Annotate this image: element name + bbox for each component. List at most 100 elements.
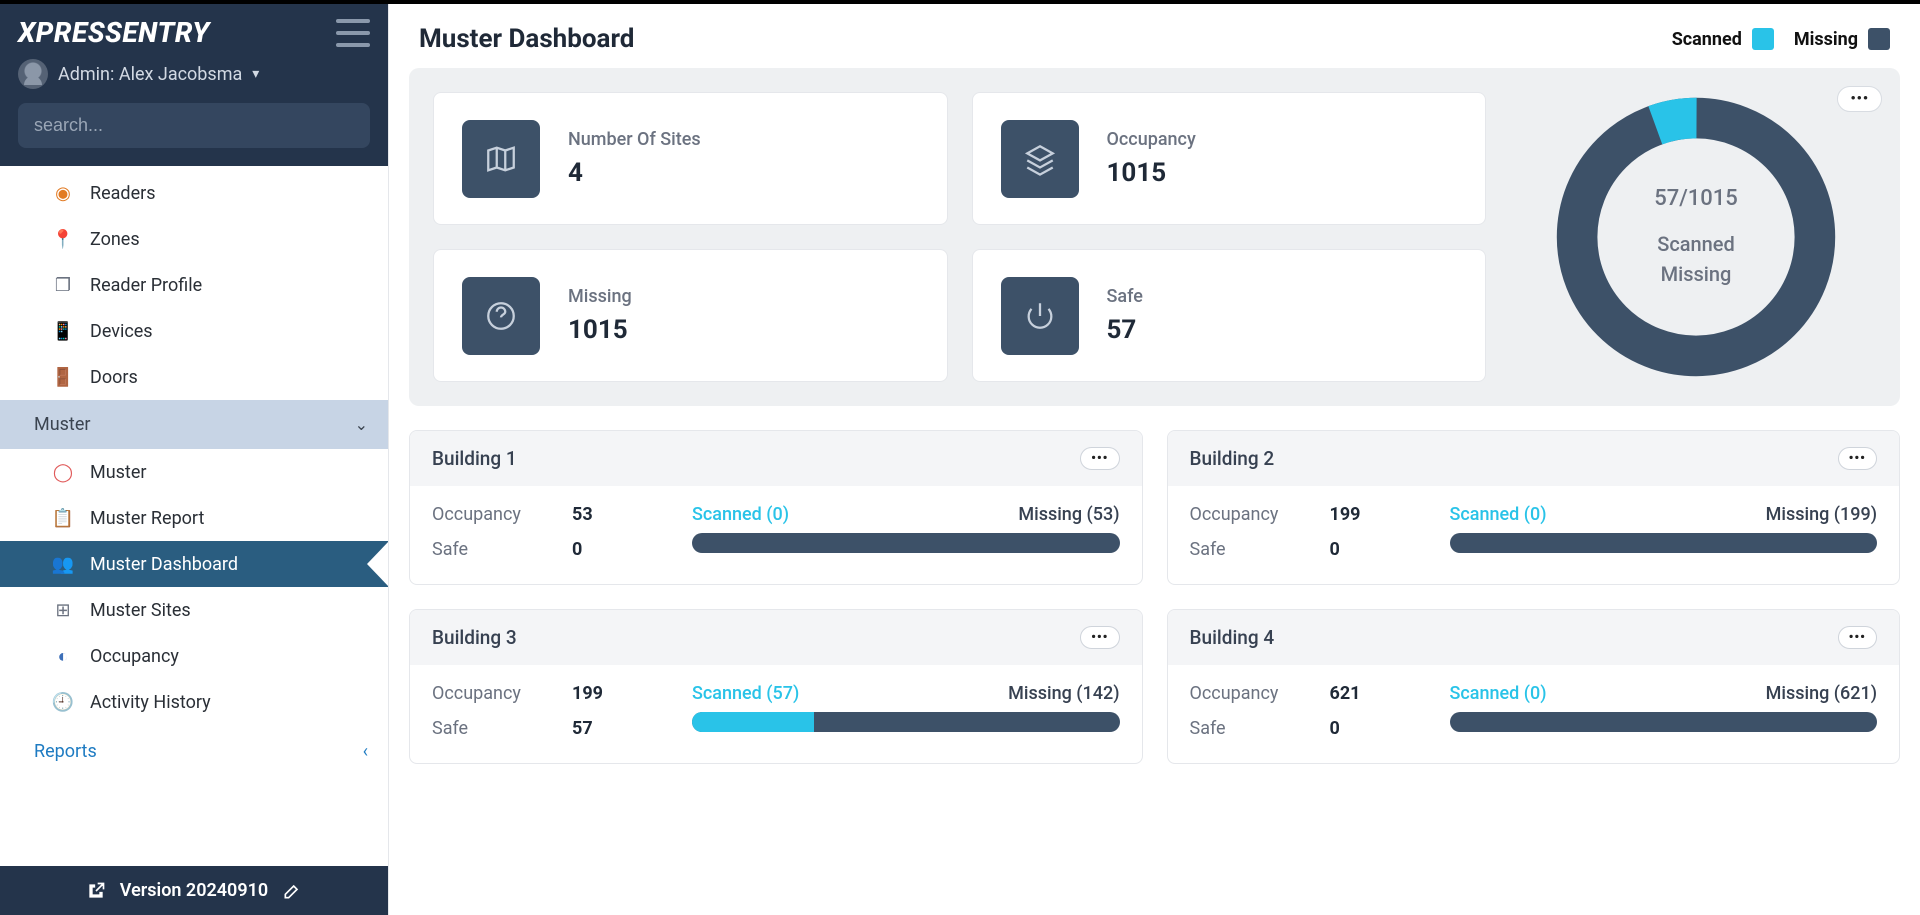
page-header: Muster Dashboard Scanned Missing	[389, 4, 1920, 68]
sidebar-item-reader-profile[interactable]: ❐ Reader Profile	[0, 262, 388, 308]
stat-value-safe: 0	[572, 539, 652, 560]
chevron-down-icon: ⌄	[355, 415, 368, 434]
legend-scanned: Scanned	[1672, 28, 1774, 50]
card-value: 1015	[568, 315, 632, 345]
card-menu-button[interactable]: •••	[1080, 626, 1119, 649]
sidebar-item-devices[interactable]: 📱 Devices	[0, 308, 388, 354]
stat-value-occupancy: 199	[1330, 504, 1410, 525]
stat-value-occupancy: 53	[572, 504, 652, 525]
building-card-header: Building 4 •••	[1168, 610, 1900, 665]
sidebar-item-occupancy[interactable]: ◐ Occupancy	[0, 633, 388, 679]
sidebar-item-zones[interactable]: 📍 Zones	[0, 216, 388, 262]
gauge-icon: ◐	[52, 645, 74, 667]
building-card-header: Building 1 •••	[410, 431, 1142, 486]
sites-icon: ⊞	[52, 599, 74, 621]
sidebar-item-muster[interactable]: ◯ Muster	[0, 449, 388, 495]
menu-toggle-icon[interactable]	[336, 19, 370, 47]
users-icon: 👥	[52, 553, 74, 575]
user-label: Admin: Alex Jacobsma	[58, 64, 242, 85]
summary-card-occupancy: Occupancy 1015	[972, 92, 1487, 225]
map-icon	[462, 120, 540, 198]
sidebar-item-label: Readers	[90, 183, 156, 204]
sidebar-item-activity-history[interactable]: 🕘 Activity History	[0, 679, 388, 725]
progress-bar	[692, 712, 1120, 732]
chevron-down-icon: ▾	[252, 66, 259, 82]
question-icon	[462, 277, 540, 355]
building-progress: Scanned (0) Missing (53)	[692, 504, 1120, 553]
page-title: Muster Dashboard	[419, 24, 634, 54]
buildings-grid: Building 1 ••• Occupancy 53 Safe 0 Scann…	[409, 430, 1900, 764]
search-input[interactable]	[18, 103, 370, 148]
door-icon: 🚪	[52, 366, 74, 388]
power-icon	[1001, 277, 1079, 355]
sidebar-item-label: Devices	[90, 321, 153, 342]
building-card: Building 3 ••• Occupancy 199 Safe 57 Sca…	[409, 609, 1143, 764]
sidebar-item-muster-sites[interactable]: ⊞ Muster Sites	[0, 587, 388, 633]
phone-icon: 📱	[52, 320, 74, 342]
stat-value-safe: 0	[1330, 539, 1410, 560]
clipboard-icon: 📋	[52, 507, 74, 529]
progress-missing-label: Missing (199)	[1766, 504, 1877, 525]
sidebar-item-muster-dashboard[interactable]: 👥 Muster Dashboard	[0, 541, 388, 587]
building-stats: Occupancy 199 Safe 57	[432, 683, 652, 739]
card-label: Safe	[1107, 286, 1143, 307]
sidebar-item-label: Occupancy	[90, 646, 179, 667]
stat-label-occupancy: Occupancy	[432, 504, 572, 525]
version-bar[interactable]: Version 20240910	[0, 866, 388, 915]
sidebar-item-muster-report[interactable]: 📋 Muster Report	[0, 495, 388, 541]
stat-value-occupancy: 621	[1330, 683, 1410, 704]
card-label: Missing	[568, 286, 632, 307]
sidebar-item-label: Doors	[90, 367, 138, 388]
progress-missing-label: Missing (142)	[1008, 683, 1119, 704]
progress-missing-label: Missing (621)	[1766, 683, 1877, 704]
version-label: Version 20240910	[120, 880, 268, 901]
summary-card-sites: Number Of Sites 4	[433, 92, 948, 225]
sidebar-item-label: Muster Sites	[90, 600, 191, 621]
building-card-body: Occupancy 53 Safe 0 Scanned (0) Missing …	[410, 486, 1142, 584]
sidebar-item-label: Zones	[90, 229, 140, 250]
sidebar: XPRESSENTRY Admin: Alex Jacobsma ▾ ◉ Rea…	[0, 4, 389, 915]
building-stats: Occupancy 621 Safe 0	[1190, 683, 1410, 739]
copy-icon: ❐	[52, 274, 74, 296]
sidebar-section-muster[interactable]: Muster ⌄	[0, 400, 388, 449]
progress-scanned-label: Scanned (0)	[1450, 683, 1547, 704]
clock-icon: 🕘	[52, 691, 74, 713]
building-card-body: Occupancy 199 Safe 0 Scanned (0) Missing…	[1168, 486, 1900, 584]
progress-fill	[692, 712, 814, 732]
edit-icon	[282, 881, 302, 901]
stat-label-safe: Safe	[1190, 539, 1330, 560]
sidebar-item-reports[interactable]: Reports ‹	[0, 725, 388, 778]
card-menu-button[interactable]: •••	[1080, 447, 1119, 470]
progress-scanned-label: Scanned (57)	[692, 683, 799, 704]
sidebar-item-readers[interactable]: ◉ Readers	[0, 170, 388, 216]
sidebar-section-label: Muster	[34, 414, 90, 435]
export-icon	[86, 881, 106, 901]
building-card-body: Occupancy 621 Safe 0 Scanned (0) Missing…	[1168, 665, 1900, 763]
summary-card-safe: Safe 57	[972, 249, 1487, 382]
chart-legend: Scanned Missing	[1672, 28, 1890, 50]
sidebar-nav: ◉ Readers 📍 Zones ❐ Reader Profile 📱 Dev…	[0, 166, 388, 866]
user-menu[interactable]: Admin: Alex Jacobsma ▾	[18, 59, 370, 89]
pin-icon: 📍	[52, 228, 74, 250]
building-card-header: Building 2 •••	[1168, 431, 1900, 486]
swatch-scanned	[1752, 28, 1774, 50]
progress-scanned-label: Scanned (0)	[1450, 504, 1547, 525]
legend-missing: Missing	[1794, 28, 1890, 50]
donut-chart: ••• 57/1015 ScannedMissing	[1516, 92, 1876, 382]
stat-label-safe: Safe	[432, 539, 572, 560]
card-menu-button[interactable]: •••	[1838, 447, 1877, 470]
wifi-icon: ◉	[52, 182, 74, 204]
building-stats: Occupancy 199 Safe 0	[1190, 504, 1410, 560]
sidebar-item-label: Activity History	[90, 692, 211, 713]
lifebuoy-icon: ◯	[52, 461, 74, 483]
building-card: Building 2 ••• Occupancy 199 Safe 0 Scan…	[1167, 430, 1901, 585]
swatch-missing	[1868, 28, 1890, 50]
progress-bar	[692, 533, 1120, 553]
building-stats: Occupancy 53 Safe 0	[432, 504, 652, 560]
card-menu-button[interactable]: •••	[1838, 626, 1877, 649]
chart-menu-button[interactable]: •••	[1837, 86, 1882, 112]
stat-label-safe: Safe	[1190, 718, 1330, 739]
sidebar-item-doors[interactable]: 🚪 Doors	[0, 354, 388, 400]
building-progress: Scanned (57) Missing (142)	[692, 683, 1120, 732]
sidebar-item-label: Reports	[34, 741, 97, 762]
